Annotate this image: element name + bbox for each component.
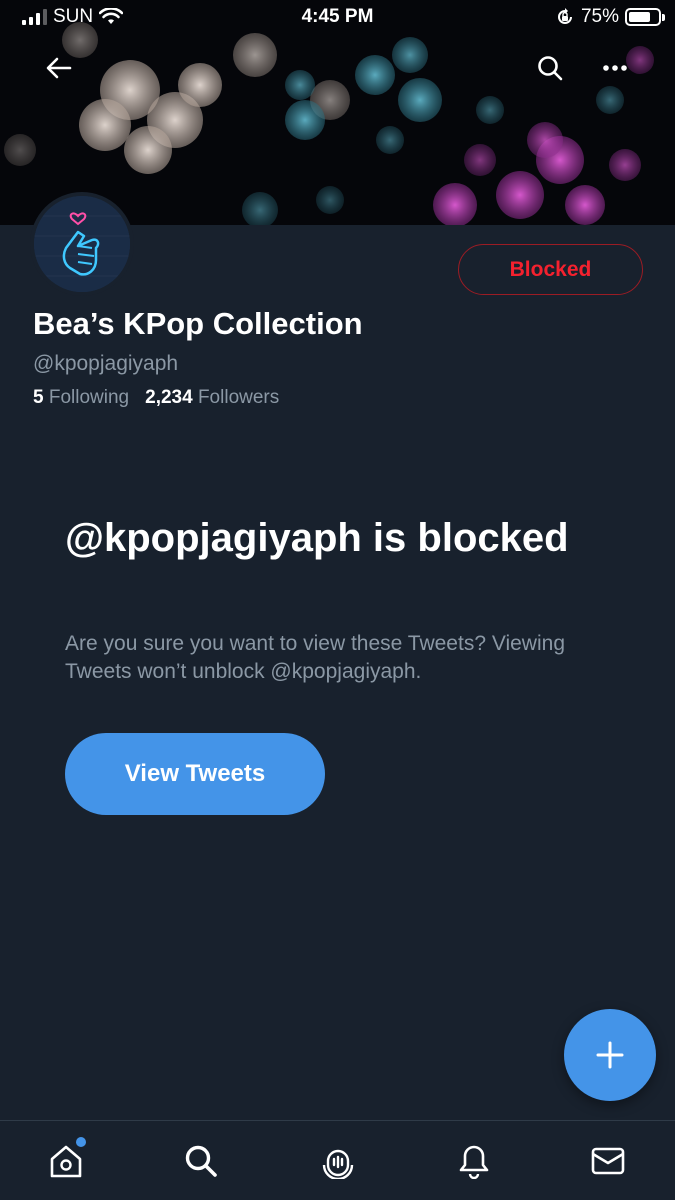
profile-handle: @kpopjagiyaph xyxy=(33,352,179,375)
battery-percent: 75% xyxy=(580,6,619,27)
spaces-icon xyxy=(322,1149,354,1179)
followers-count: 2,234 xyxy=(145,387,193,408)
avatar[interactable] xyxy=(30,192,134,296)
status-right: 75% xyxy=(555,6,665,28)
view-tweets-button[interactable]: View Tweets xyxy=(65,733,325,815)
compose-tweet-button[interactable] xyxy=(564,1009,656,1101)
search-icon xyxy=(538,56,563,81)
follow-stats: 5 Following 2,234 Followers xyxy=(33,387,279,409)
avatar-image xyxy=(34,196,130,292)
followers-link[interactable]: 2,234 Followers xyxy=(145,387,279,409)
following-count: 5 xyxy=(33,387,44,408)
notifications-icon xyxy=(459,1145,489,1179)
tab-home[interactable] xyxy=(44,1137,88,1183)
blocked-description: Are you sure you want to view these Twee… xyxy=(65,632,566,683)
following-label: Following xyxy=(48,387,130,408)
finger-heart-neon-icon xyxy=(34,196,130,292)
tab-spaces[interactable] xyxy=(316,1139,360,1183)
arrow-left-icon xyxy=(46,57,72,79)
bottom-tab-bar xyxy=(0,1120,675,1200)
plus-icon xyxy=(596,1041,624,1069)
blocked-title: @kpopjagiyaph is blocked xyxy=(65,516,569,560)
tab-messages[interactable] xyxy=(586,1139,630,1183)
battery-icon xyxy=(625,8,665,26)
orientation-lock-icon xyxy=(558,8,572,24)
home-icon xyxy=(50,1145,82,1178)
following-link[interactable]: 5 Following xyxy=(33,387,129,409)
tab-notifications[interactable] xyxy=(452,1139,496,1183)
profile-name: Bea’s KPop Collection xyxy=(33,306,363,341)
more-horizontal-icon xyxy=(603,65,627,71)
home-notification-dot xyxy=(76,1137,86,1147)
messages-icon xyxy=(591,1147,625,1175)
profile-page: SUN 4:45 PM 75% Blocked Bea’s KPop Colle… xyxy=(0,0,675,1200)
more-button[interactable] xyxy=(593,46,637,90)
back-button[interactable] xyxy=(37,46,81,90)
followers-label: Followers xyxy=(197,387,280,408)
search-icon xyxy=(185,1145,217,1177)
search-button[interactable] xyxy=(528,46,572,90)
blocked-button[interactable]: Blocked xyxy=(458,244,643,295)
status-bar: SUN 4:45 PM 75% xyxy=(0,0,675,36)
tab-search[interactable] xyxy=(179,1139,223,1183)
